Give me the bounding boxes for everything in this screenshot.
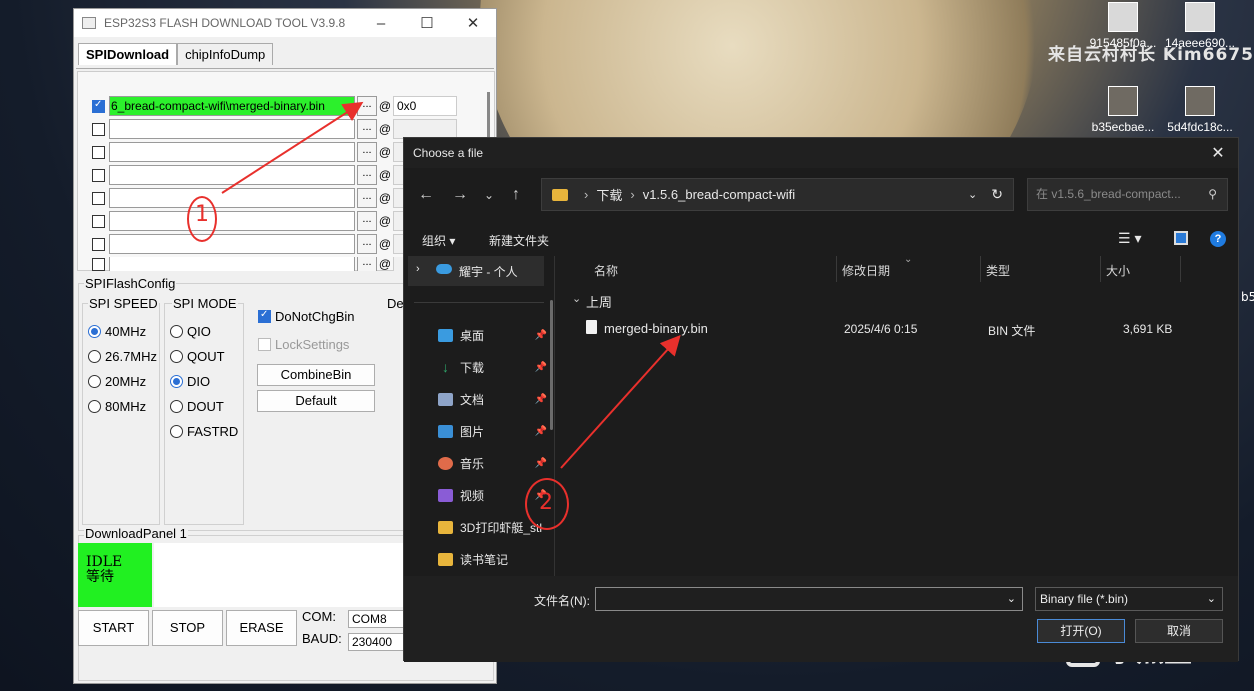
annotation-arrow-2 — [560, 335, 681, 469]
annotation-arrow-1 — [221, 101, 364, 194]
annotation-number-2: 2 — [539, 490, 553, 515]
annotation-arrows — [221, 101, 681, 469]
annotation-number-1: 1 — [195, 202, 209, 227]
